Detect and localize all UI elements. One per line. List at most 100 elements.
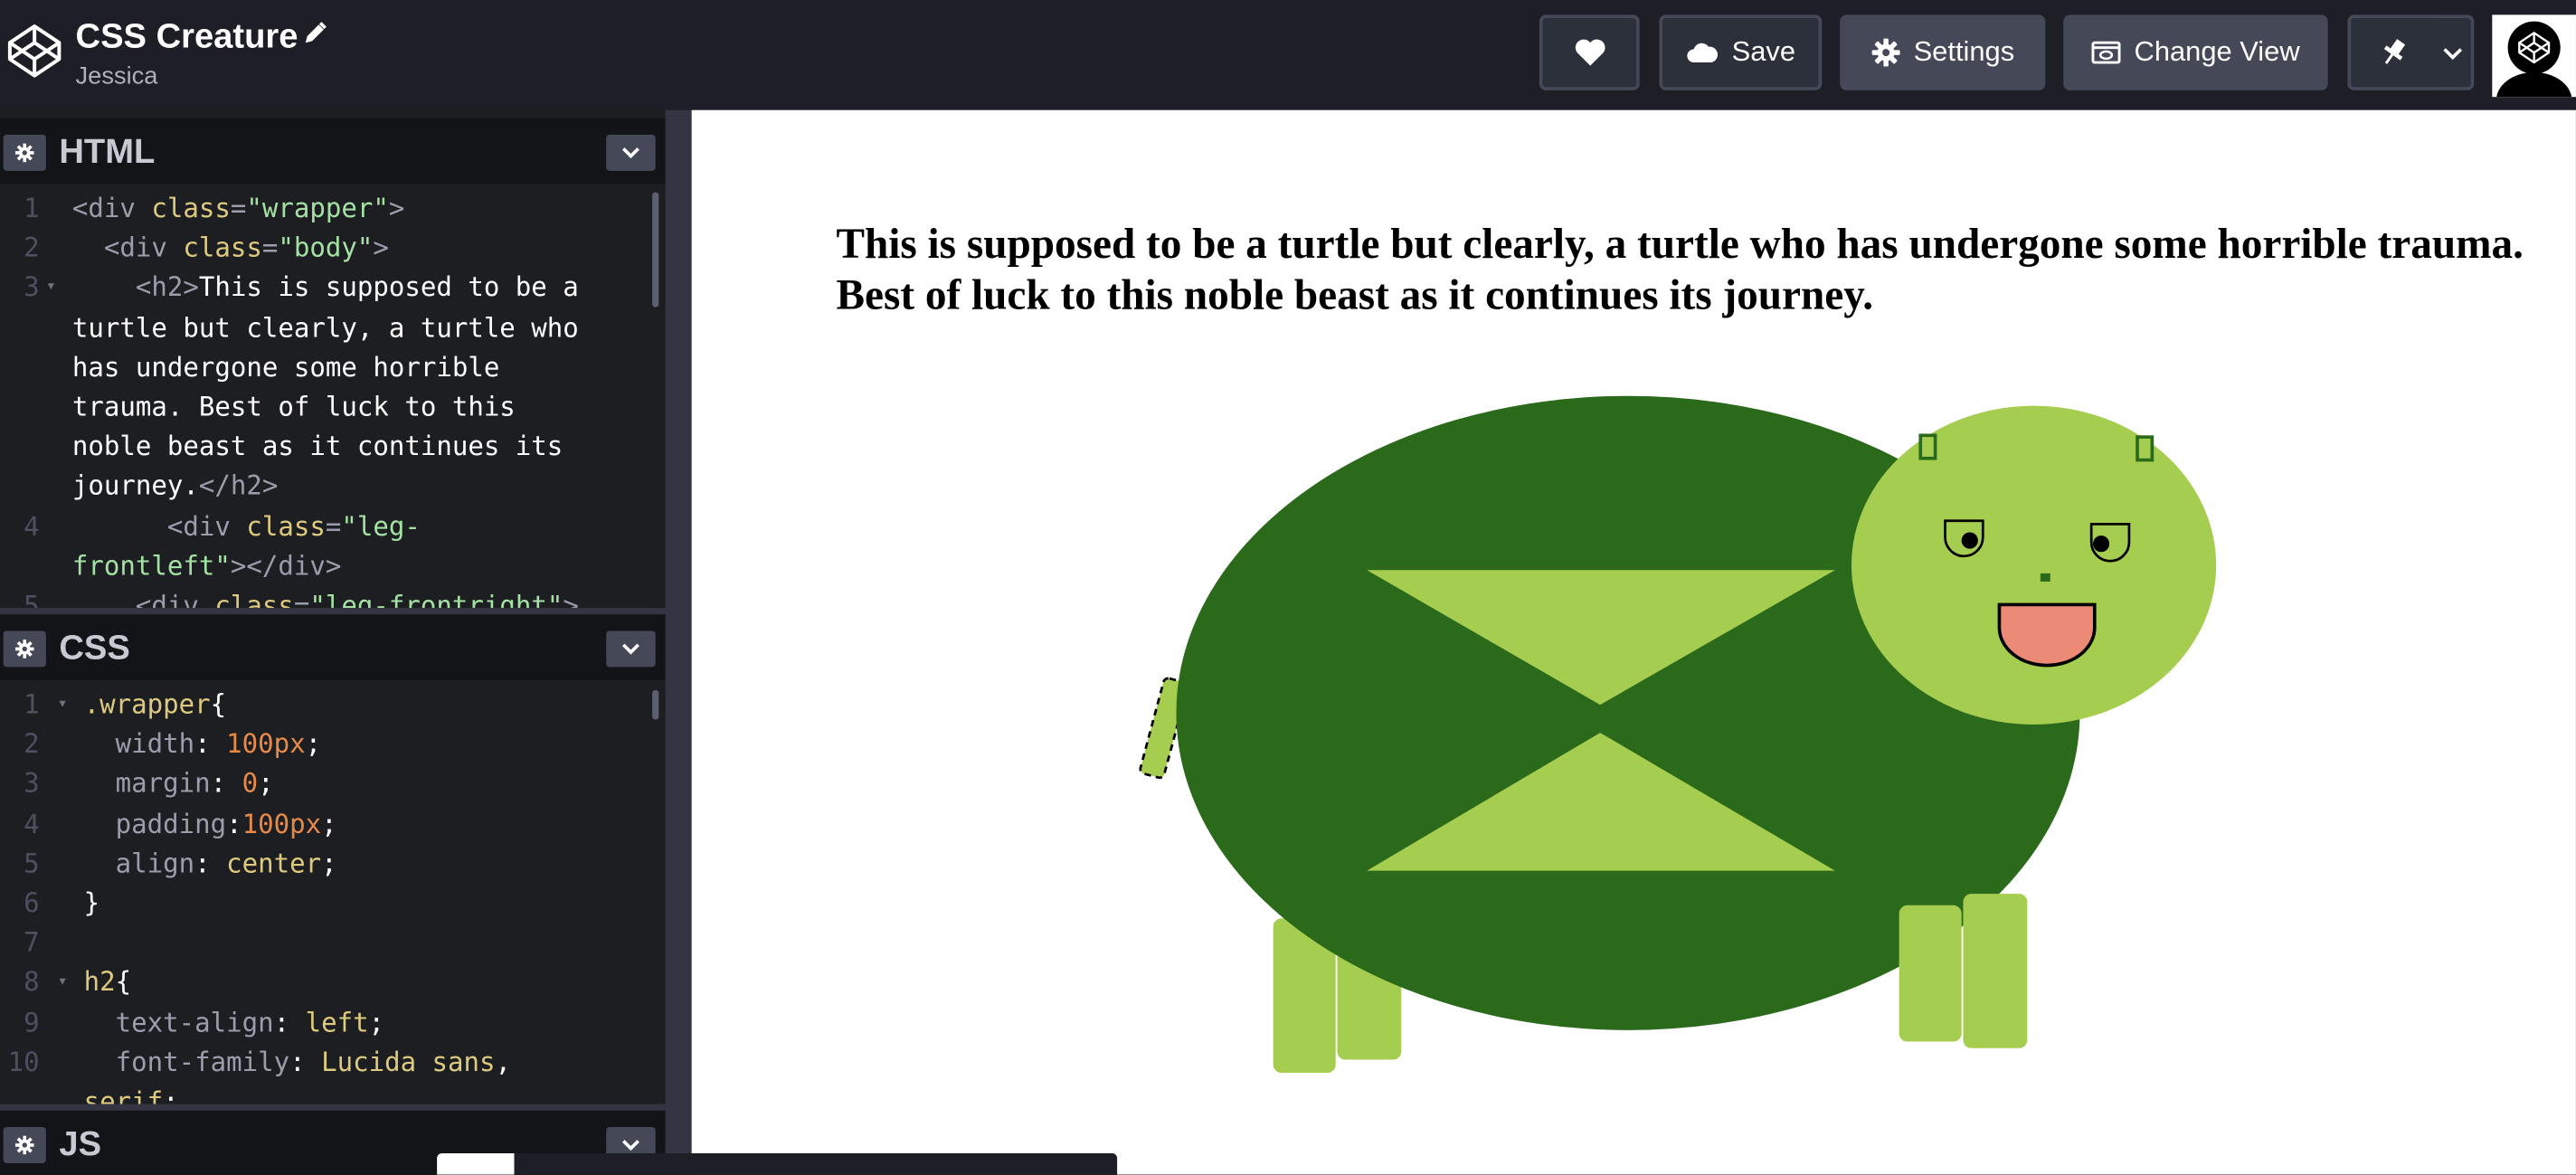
css-collapse-button[interactable] <box>606 630 656 668</box>
fold-arrow-icon[interactable]: ▾ <box>58 963 68 1003</box>
gear-icon <box>14 640 34 659</box>
css-settings-button[interactable] <box>3 630 46 668</box>
code-text: has undergone some horrible <box>71 351 500 383</box>
code-text: <div class="leg-frontright"> <box>71 589 579 609</box>
layout-icon <box>2091 41 2121 64</box>
line-number: 4 <box>24 807 40 839</box>
code-line: 1 ▾ .wrapper{ <box>0 685 666 725</box>
css-code-editor[interactable]: 1 ▾ .wrapper{ 2 width: 100px; 3 margin: 0;… <box>0 685 666 1104</box>
save-button-label: Save <box>1731 35 1795 68</box>
code-text: <div class="leg- <box>71 509 421 542</box>
code-line: 1 <div class="wrapper"> <box>0 189 666 229</box>
code-line: journey.</h2> <box>0 467 666 507</box>
pen-title-text: CSS Creature <box>75 17 298 56</box>
line-number: 8 <box>24 966 40 999</box>
html-collapse-button[interactable] <box>606 134 656 171</box>
fold-arrow-icon[interactable]: ▾ <box>46 269 56 308</box>
html-code-editor[interactable]: 1 <div class="wrapper"> 2 <div class="bod… <box>0 188 666 609</box>
line-number: 2 <box>24 232 40 263</box>
line-number: 3 <box>24 271 40 303</box>
gear-icon <box>14 1135 34 1155</box>
gear-icon <box>1870 38 1900 68</box>
user-avatar[interactable] <box>2492 14 2576 98</box>
code-line: 3 ▾ <h2>This is supposed to be a <box>0 269 666 308</box>
code-line: turtle but clearly, a turtle who <box>0 308 666 348</box>
code-line: trauma. Best of luck to this <box>0 388 666 428</box>
css-scrollbar[interactable] <box>652 689 659 720</box>
pen-author[interactable]: Jessica <box>76 61 328 93</box>
change-view-button[interactable]: Change View <box>2063 14 2328 90</box>
chevron-down-icon <box>621 147 641 160</box>
js-settings-button[interactable] <box>3 1126 46 1163</box>
pen-title[interactable]: CSS Creature <box>76 12 328 61</box>
cloud-icon <box>1686 41 1719 63</box>
editor-resize-handle[interactable] <box>665 109 692 1175</box>
pen-title-area: CSS Creature Jessica <box>76 12 328 94</box>
html-scrollbar[interactable] <box>652 192 659 308</box>
panel-divider[interactable] <box>0 608 666 615</box>
code-text: } <box>83 886 100 919</box>
turtle-pupil-left <box>1961 532 1978 549</box>
line-number: 5 <box>24 847 40 879</box>
line-number: 10 <box>7 1046 40 1077</box>
console-tab[interactable] <box>437 1153 515 1175</box>
code-text: serif; <box>83 1085 179 1104</box>
turtle-drawing <box>1139 395 2217 1074</box>
line-number: 2 <box>24 727 40 760</box>
code-line: 2 width: 100px; <box>0 725 666 764</box>
heart-button[interactable] <box>1539 14 1640 90</box>
code-text: frontleft"></div> <box>71 549 342 582</box>
code-line: 9 text-align: left; <box>0 1003 666 1043</box>
line-number: 6 <box>24 886 40 919</box>
html-panel-title: HTML <box>59 133 156 171</box>
code-line: 6} <box>0 884 666 924</box>
code-text: trauma. Best of luck to this <box>71 391 516 422</box>
editor-column: HTML 1 <div class="wrapper"> 2 <div class… <box>0 109 666 1175</box>
line-number: 5 <box>24 589 40 609</box>
result-preview: This is supposed to be a turtle but clea… <box>691 109 2576 1175</box>
code-text: <div class="wrapper"> <box>71 192 405 224</box>
code-text: <h2>This is supposed to be a <box>71 271 579 303</box>
code-line: serif; <box>0 1083 666 1104</box>
code-text: width: 100px; <box>83 727 322 760</box>
codepen-logo-icon[interactable] <box>6 23 62 79</box>
settings-button-label: Settings <box>1913 35 2015 68</box>
code-line: 8 ▾ h2{ <box>0 963 666 1003</box>
pin-options-button[interactable] <box>2434 14 2475 90</box>
code-text: turtle but clearly, a turtle who <box>71 311 579 343</box>
code-line: has undergone some horrible <box>0 348 666 388</box>
line-number: 1 <box>24 192 40 224</box>
turtle-leg-frontleft <box>1899 905 1962 1042</box>
console-tab-bar[interactable] <box>437 1153 1118 1175</box>
chevron-down-icon <box>621 642 641 656</box>
heart-icon <box>1573 38 1605 68</box>
turtle-antenna-right <box>2136 435 2155 462</box>
save-button[interactable]: Save <box>1659 14 1823 90</box>
codepen-editor: CSS Creature Jessica Save Settings Chang… <box>0 0 2576 1175</box>
code-line: 3 margin: 0; <box>0 764 666 804</box>
html-panel-header: HTML <box>0 118 666 185</box>
css-panel-header: CSS <box>0 614 666 680</box>
line-number: 9 <box>24 1006 40 1038</box>
pencil-icon[interactable] <box>305 12 327 58</box>
chevron-down-icon <box>2441 45 2464 60</box>
turtle-mouth <box>1997 602 2097 668</box>
code-line: noble beast as it continues its <box>0 427 666 467</box>
turtle-pupil-right <box>2092 535 2110 553</box>
gear-icon <box>14 143 34 163</box>
panel-divider[interactable] <box>0 1104 666 1111</box>
code-text: h2{ <box>83 966 132 999</box>
settings-button[interactable]: Settings <box>1840 14 2046 90</box>
code-line: 10 font-family: Lucida sans, <box>0 1043 666 1083</box>
js-panel-title: JS <box>59 1125 102 1163</box>
code-text: padding:100px; <box>83 807 337 839</box>
code-text: .wrapper{ <box>83 688 227 720</box>
chevron-down-icon <box>621 1139 641 1152</box>
change-view-button-label: Change View <box>2134 35 2300 68</box>
fold-arrow-icon[interactable]: ▾ <box>58 685 68 725</box>
pin-button[interactable] <box>2347 14 2439 90</box>
code-text: text-align: left; <box>83 1006 385 1038</box>
code-text: align: center; <box>83 847 337 879</box>
html-settings-button[interactable] <box>3 134 46 171</box>
code-text: font-family: Lucida sans, <box>83 1046 512 1077</box>
